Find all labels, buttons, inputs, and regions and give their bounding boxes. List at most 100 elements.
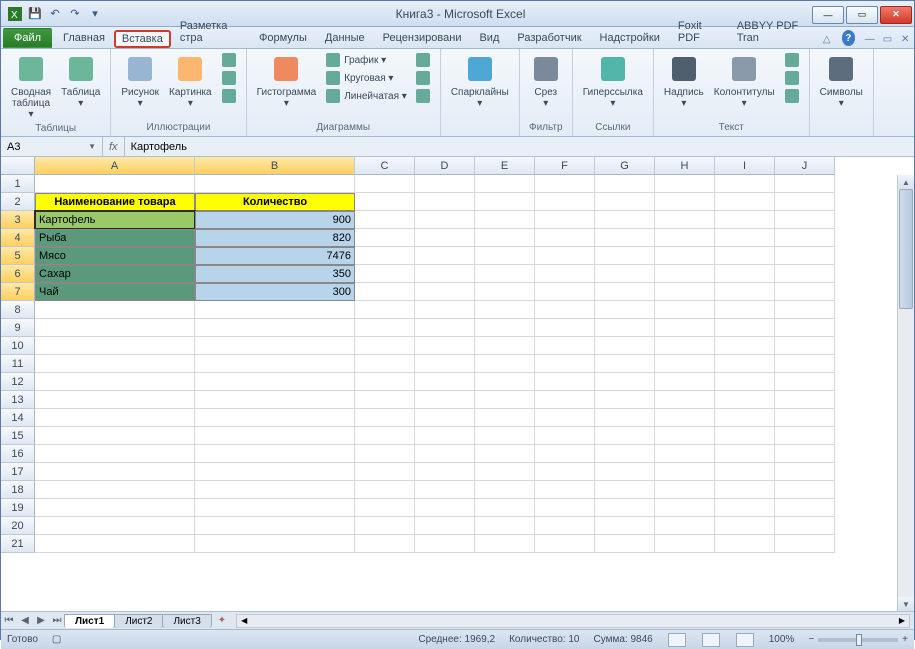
tab-Формулы[interactable]: Формулы [250, 28, 316, 48]
cell-D12[interactable] [415, 373, 475, 391]
cell-E10[interactable] [475, 337, 535, 355]
cell-G2[interactable] [595, 193, 655, 211]
cell-J16[interactable] [775, 445, 835, 463]
cell-G21[interactable] [595, 535, 655, 553]
cell-A15[interactable] [35, 427, 195, 445]
cell-F11[interactable] [535, 355, 595, 373]
row-header-12[interactable]: 12 [1, 373, 35, 391]
cell-E8[interactable] [475, 301, 535, 319]
sigline-button[interactable] [781, 69, 803, 87]
cell-J13[interactable] [775, 391, 835, 409]
sheet-last-icon[interactable]: ⏭ [49, 615, 65, 626]
tab-Надстройки[interactable]: Надстройки [591, 28, 669, 48]
cell-I7[interactable] [715, 283, 775, 301]
cell-I14[interactable] [715, 409, 775, 427]
cell-I17[interactable] [715, 463, 775, 481]
wordart-button[interactable] [781, 51, 803, 69]
cell-J5[interactable] [775, 247, 835, 265]
cell-B20[interactable] [195, 517, 355, 535]
tab-Главная[interactable]: Главная [54, 28, 114, 48]
cell-H15[interactable] [655, 427, 715, 445]
cell-A13[interactable] [35, 391, 195, 409]
cell-I19[interactable] [715, 499, 775, 517]
fx-icon[interactable]: fx [103, 137, 125, 156]
cell-B19[interactable] [195, 499, 355, 517]
cell-J17[interactable] [775, 463, 835, 481]
cell-D5[interactable] [415, 247, 475, 265]
cell-F13[interactable] [535, 391, 595, 409]
cell-G16[interactable] [595, 445, 655, 463]
cell-J7[interactable] [775, 283, 835, 301]
tab-Рецензировани[interactable]: Рецензировани [374, 28, 471, 48]
cell-C1[interactable] [355, 175, 415, 193]
cell-E2[interactable] [475, 193, 535, 211]
cell-B5[interactable]: 7476 [195, 247, 355, 265]
cell-A19[interactable] [35, 499, 195, 517]
maximize-button[interactable]: ▭ [846, 6, 878, 24]
cell-A14[interactable] [35, 409, 195, 427]
cell-H9[interactable] [655, 319, 715, 337]
cell-H1[interactable] [655, 175, 715, 193]
col-header-H[interactable]: H [655, 157, 715, 175]
cell-J21[interactable] [775, 535, 835, 553]
cell-J15[interactable] [775, 427, 835, 445]
cell-C11[interactable] [355, 355, 415, 373]
row-header-7[interactable]: 7 [1, 283, 35, 301]
cell-D6[interactable] [415, 265, 475, 283]
cell-C7[interactable] [355, 283, 415, 301]
row-header-5[interactable]: 5 [1, 247, 35, 265]
cell-J12[interactable] [775, 373, 835, 391]
cell-F5[interactable] [535, 247, 595, 265]
col-header-E[interactable]: E [475, 157, 535, 175]
row-header-16[interactable]: 16 [1, 445, 35, 463]
tab-file[interactable]: Файл [3, 28, 52, 48]
column-chart-button[interactable]: Гистограмма▾ [253, 51, 321, 111]
cell-H17[interactable] [655, 463, 715, 481]
namebox-dropdown-icon[interactable]: ▼ [88, 142, 96, 151]
cell-H10[interactable] [655, 337, 715, 355]
cell-F16[interactable] [535, 445, 595, 463]
cell-D14[interactable] [415, 409, 475, 427]
cell-D19[interactable] [415, 499, 475, 517]
cell-H5[interactable] [655, 247, 715, 265]
cell-F6[interactable] [535, 265, 595, 283]
cell-A10[interactable] [35, 337, 195, 355]
col-header-A[interactable]: A [35, 157, 195, 175]
cell-G15[interactable] [595, 427, 655, 445]
cell-D21[interactable] [415, 535, 475, 553]
spreadsheet-grid[interactable]: ABCDEFGHIJ12Наименование товараКоличеств… [1, 157, 914, 611]
cell-C13[interactable] [355, 391, 415, 409]
cell-G19[interactable] [595, 499, 655, 517]
cell-I5[interactable] [715, 247, 775, 265]
symbols-button[interactable]: Символы▾ [816, 51, 867, 111]
cell-A20[interactable] [35, 517, 195, 535]
sheet-first-icon[interactable]: ⏮ [1, 615, 17, 626]
cell-F7[interactable] [535, 283, 595, 301]
col-header-G[interactable]: G [595, 157, 655, 175]
cell-H13[interactable] [655, 391, 715, 409]
object-button[interactable] [781, 87, 803, 105]
cell-E13[interactable] [475, 391, 535, 409]
cell-H16[interactable] [655, 445, 715, 463]
cell-A7[interactable]: Чай [35, 283, 195, 301]
cell-B3[interactable]: 900 [195, 211, 355, 229]
cell-B10[interactable] [195, 337, 355, 355]
cell-F15[interactable] [535, 427, 595, 445]
row-header-10[interactable]: 10 [1, 337, 35, 355]
cell-A6[interactable]: Сахар [35, 265, 195, 283]
cell-I10[interactable] [715, 337, 775, 355]
cell-D18[interactable] [415, 481, 475, 499]
cell-I4[interactable] [715, 229, 775, 247]
cell-E1[interactable] [475, 175, 535, 193]
cell-G1[interactable] [595, 175, 655, 193]
tab-Данные[interactable]: Данные [316, 28, 374, 48]
cell-I3[interactable] [715, 211, 775, 229]
cell-I11[interactable] [715, 355, 775, 373]
row-header-15[interactable]: 15 [1, 427, 35, 445]
tab-ABBYY PDF Tran[interactable]: ABBYY PDF Tran [728, 16, 818, 48]
cell-D7[interactable] [415, 283, 475, 301]
cell-A8[interactable] [35, 301, 195, 319]
cell-C14[interactable] [355, 409, 415, 427]
cell-G10[interactable] [595, 337, 655, 355]
cell-F9[interactable] [535, 319, 595, 337]
